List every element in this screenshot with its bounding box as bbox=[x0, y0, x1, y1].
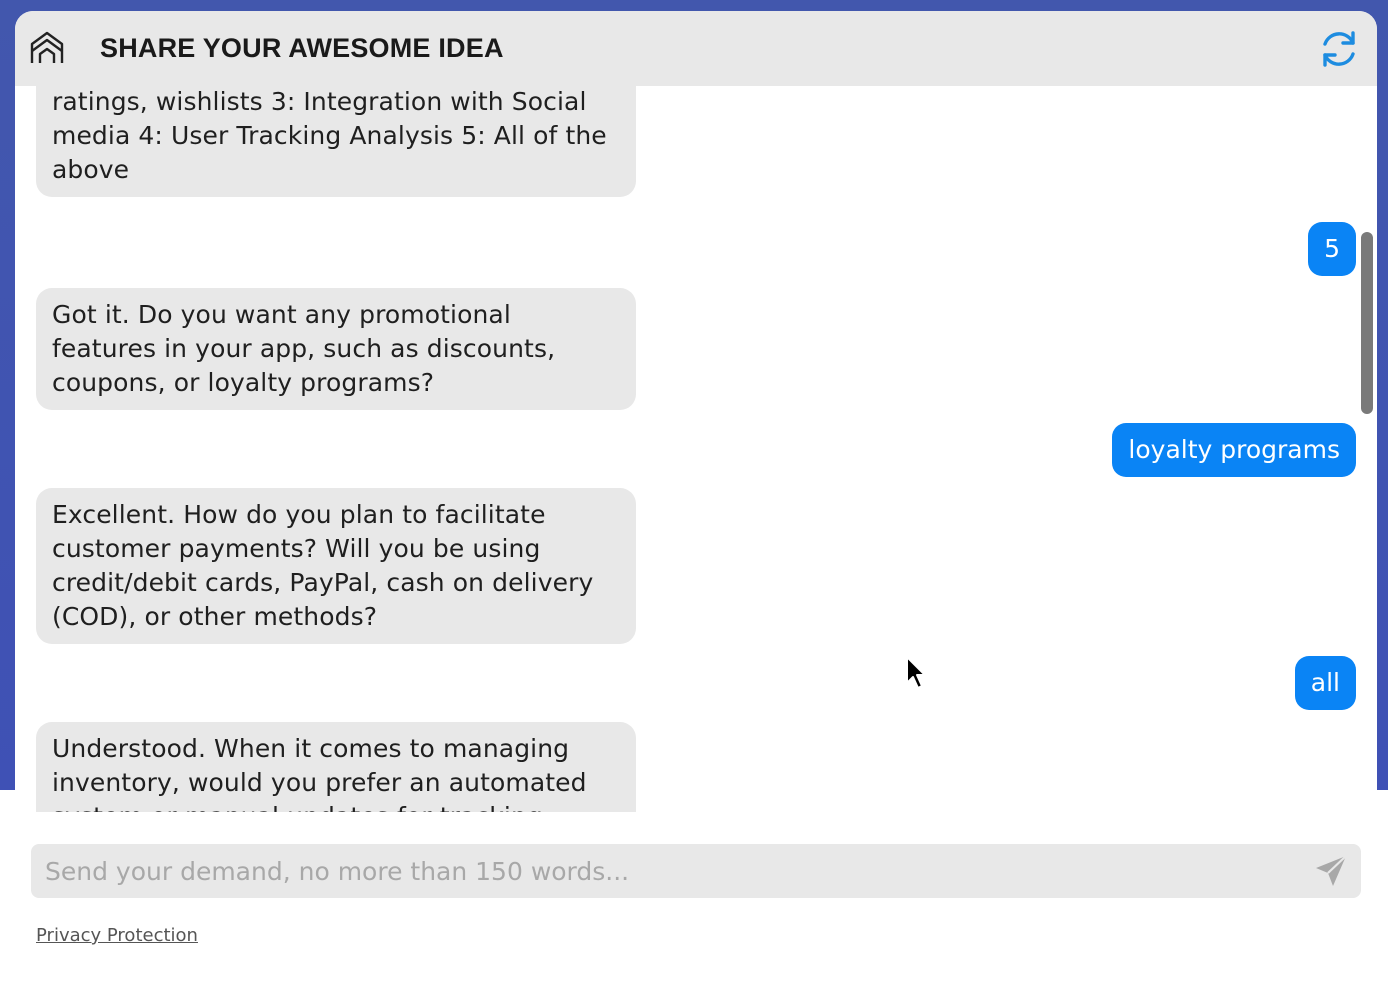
send-icon[interactable] bbox=[1313, 853, 1349, 889]
logo-icon bbox=[30, 31, 64, 63]
message-input[interactable] bbox=[45, 844, 1295, 898]
user-message: loyalty programs bbox=[1112, 423, 1356, 477]
page-title: SHARE YOUR AWESOME IDEA bbox=[100, 33, 504, 63]
chat-scrollbar[interactable] bbox=[1358, 228, 1373, 428]
bot-message: recommendations 2: Customer reviews, rat… bbox=[36, 86, 636, 197]
privacy-link[interactable]: Privacy Protection bbox=[36, 924, 198, 948]
bot-message: Got it. Do you want any promotional feat… bbox=[36, 288, 636, 410]
scrollbar-thumb[interactable] bbox=[1361, 232, 1373, 414]
bot-message: Understood. When it comes to managing in… bbox=[36, 722, 636, 812]
chat-messages[interactable]: recommendations 2: Customer reviews, rat… bbox=[15, 86, 1377, 812]
user-message: all bbox=[1294, 656, 1356, 710]
bot-message: Excellent. How do you plan to facilitate… bbox=[36, 488, 636, 644]
user-message: 5 bbox=[1308, 222, 1356, 276]
refresh-icon[interactable] bbox=[1317, 27, 1361, 71]
chat-window: SHARE YOUR AWESOME IDEA recommendations … bbox=[15, 11, 1377, 812]
message-composer bbox=[31, 844, 1361, 898]
chat-header: SHARE YOUR AWESOME IDEA bbox=[15, 11, 1377, 86]
